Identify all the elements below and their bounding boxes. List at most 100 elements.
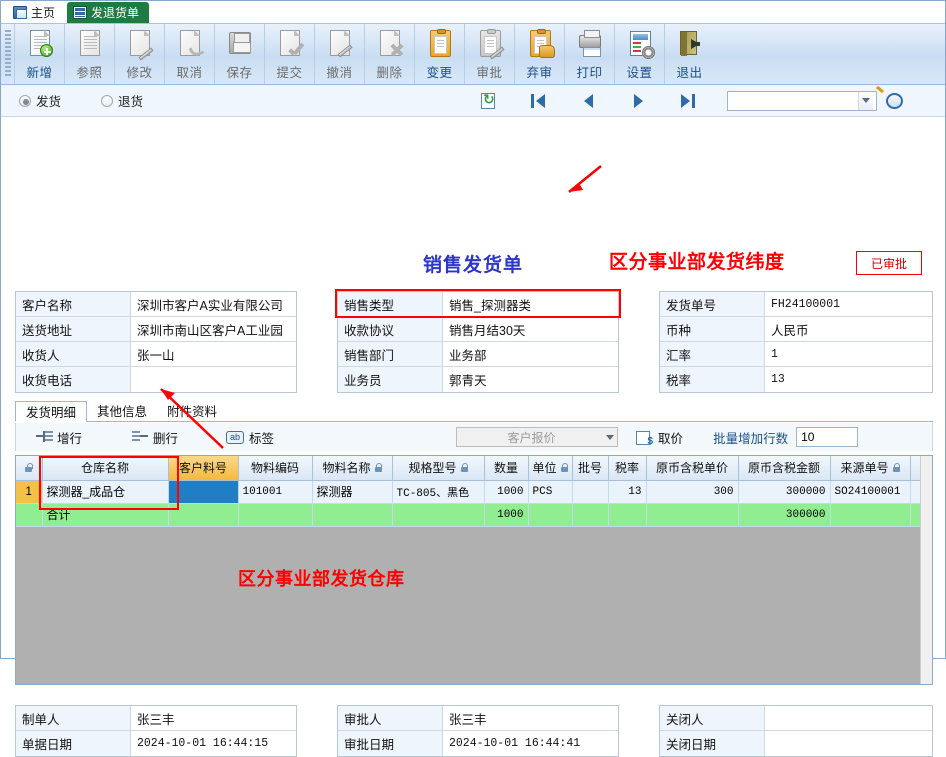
column-header-tax-rate[interactable]: 税率 [608, 456, 647, 481]
delete-button[interactable]: 删除 [364, 24, 414, 84]
first-record-button[interactable] [527, 91, 549, 111]
cell-unit-price[interactable]: 300 [646, 480, 739, 504]
home-icon [13, 6, 27, 19]
add-row-icon [36, 431, 53, 443]
value-salesperson[interactable]: 郭青天 [443, 367, 618, 392]
ab-tag-icon: ab [226, 430, 245, 444]
column-header-batch-no[interactable]: 批号 [572, 456, 609, 481]
tab-attachments[interactable]: 附件资料 [157, 400, 227, 421]
lock-icon [560, 463, 568, 473]
value-exchange-rate[interactable]: 1 [765, 342, 932, 366]
table-row[interactable]: 1 探测器_成品仓 101001 探测器 TC-805、黑色 1000 PCS … [16, 480, 932, 504]
label-closer: 关闭人 [660, 706, 765, 730]
batch-rows-input[interactable]: 10 [796, 427, 859, 447]
cancel-button[interactable]: 取消 [164, 24, 214, 84]
field-row-tax-rate: 税率 13 [660, 367, 932, 392]
tag-button[interactable]: ab 标签 [220, 428, 280, 447]
tab-home-label: 主页 [31, 6, 56, 20]
advanced-search-button[interactable] [885, 91, 907, 111]
label-approver: 审批人 [338, 706, 443, 730]
value-customer-name[interactable]: 深圳市客户A实业有限公司 [131, 292, 296, 316]
field-row-creator: 制单人 张三丰 [16, 706, 296, 731]
cell-unit[interactable]: PCS [528, 480, 573, 504]
exit-button[interactable]: 退出 [664, 24, 714, 84]
modify-button[interactable]: 修改 [114, 24, 164, 84]
column-header-warehouse[interactable]: 仓库名称 [42, 456, 169, 481]
column-header-unit[interactable]: 单位 [528, 456, 573, 481]
cell-amount[interactable]: 300000 [738, 480, 831, 504]
cell-qty[interactable]: 1000 [484, 480, 529, 504]
column-header-source-no[interactable]: 来源单号 [830, 456, 911, 481]
value-delivery-no[interactable]: FH24100001 [765, 292, 932, 316]
settings-gear-icon [625, 29, 655, 59]
cell-source-no[interactable]: SO24100001 [830, 480, 911, 504]
previous-record-button[interactable] [577, 91, 599, 111]
submit-button[interactable]: 提交 [264, 24, 314, 84]
column-header-qty[interactable]: 数量 [484, 456, 529, 481]
ribbon-toolbar: 新增 参照 修改 取消 保存 提交 撤消 删除 变更 审批 弃审 打印 设置 退… [1, 23, 945, 85]
next-record-icon [633, 93, 643, 108]
unapprove-button[interactable]: 弃审 [514, 24, 564, 84]
header-form-right: 发货单号 FH24100001 币种 人民币 汇率 1 税率 13 [659, 291, 933, 393]
detail-tab-strip: 发货明细 其他信息 附件资料 [15, 400, 933, 422]
save-button[interactable]: 保存 [214, 24, 264, 84]
shipment-details-table: 仓库名称 客户料号 物料编码 物料名称 规格型号 数量 单位 批号 税率 原币含… [16, 456, 932, 527]
value-sales-department[interactable]: 业务部 [443, 342, 618, 366]
cell-customer-part-no[interactable] [168, 480, 239, 504]
value-payment-agreement[interactable]: 销售月结30天 [443, 317, 618, 341]
clipboard-hand-icon [525, 29, 555, 59]
value-sales-type[interactable]: 销售_探测器类 [443, 292, 618, 316]
new-button[interactable]: 新增 [14, 24, 64, 84]
approve-button[interactable]: 审批 [464, 24, 514, 84]
column-header-amount[interactable]: 原币含税金额 [738, 456, 831, 481]
label-approve-date: 审批日期 [338, 731, 443, 756]
print-button[interactable]: 打印 [564, 24, 614, 84]
cell-tax-rate[interactable]: 13 [608, 480, 647, 504]
cell-material-name[interactable]: 探测器 [312, 480, 393, 504]
application-window: 主页 发退货单 新增 参照 修改 取消 保存 提交 撤消 删除 变更 审批 弃审… [0, 0, 946, 757]
radio-shipment[interactable]: 发货 [19, 91, 61, 110]
revoke-button[interactable]: 撤消 [314, 24, 364, 84]
cell-warehouse[interactable]: 探测器_成品仓 [42, 480, 169, 504]
grid-vertical-scrollbar[interactable] [920, 456, 932, 684]
field-row-delivery-address: 送货地址 深圳市南山区客户A工业园 [16, 317, 296, 342]
change-button[interactable]: 变更 [414, 24, 464, 84]
tab-attachments-label: 附件资料 [167, 405, 218, 419]
ribbon-drag-handle[interactable] [5, 30, 11, 78]
get-price-button[interactable]: 取价 [630, 428, 689, 447]
cell-total-rowno [16, 503, 43, 527]
settings-button[interactable]: 设置 [614, 24, 664, 84]
column-header-spec[interactable]: 规格型号 [392, 456, 485, 481]
tab-shipment-details[interactable]: 发货明细 [15, 401, 88, 422]
cell-material-code[interactable]: 101001 [238, 480, 313, 504]
value-consignee[interactable]: 张一山 [131, 342, 296, 366]
tab-delivery-return-order[interactable]: 发退货单 [67, 2, 150, 23]
value-consignee-phone[interactable] [131, 367, 296, 392]
field-row-sales-department: 销售部门 业务部 [338, 342, 618, 367]
label-salesperson: 业务员 [338, 367, 443, 392]
column-header-rowno[interactable] [16, 456, 43, 481]
column-header-material-code[interactable]: 物料编码 [238, 456, 313, 481]
radio-return[interactable]: 退货 [101, 91, 143, 110]
value-tax-rate[interactable]: 13 [765, 367, 932, 392]
search-combo[interactable] [727, 90, 878, 111]
last-record-button[interactable] [677, 91, 699, 111]
tab-other-info[interactable]: 其他信息 [87, 400, 157, 421]
change-button-label: 变更 [426, 66, 453, 80]
cell-spec[interactable]: TC-805、黑色 [392, 480, 485, 504]
column-header-material-name[interactable]: 物料名称 [312, 456, 393, 481]
value-currency[interactable]: 人民币 [765, 317, 932, 341]
quote-select[interactable]: 客户报价 [456, 427, 619, 447]
cell-batch-no[interactable] [572, 480, 609, 504]
reference-button[interactable]: 参照 [64, 24, 114, 84]
tab-home[interactable]: 主页 [7, 2, 66, 23]
delete-row-icon [132, 431, 149, 443]
next-record-button[interactable] [627, 91, 649, 111]
delete-row-button[interactable]: 删行 [126, 428, 184, 447]
column-header-customer-part-no[interactable]: 客户料号 [168, 456, 239, 481]
refresh-button[interactable] [477, 91, 499, 111]
add-row-button[interactable]: 增行 [30, 428, 88, 447]
value-delivery-address[interactable]: 深圳市南山区客户A工业园 [131, 317, 296, 341]
column-header-unit-price[interactable]: 原币含税单价 [646, 456, 739, 481]
chevron-down-icon[interactable] [858, 91, 874, 110]
